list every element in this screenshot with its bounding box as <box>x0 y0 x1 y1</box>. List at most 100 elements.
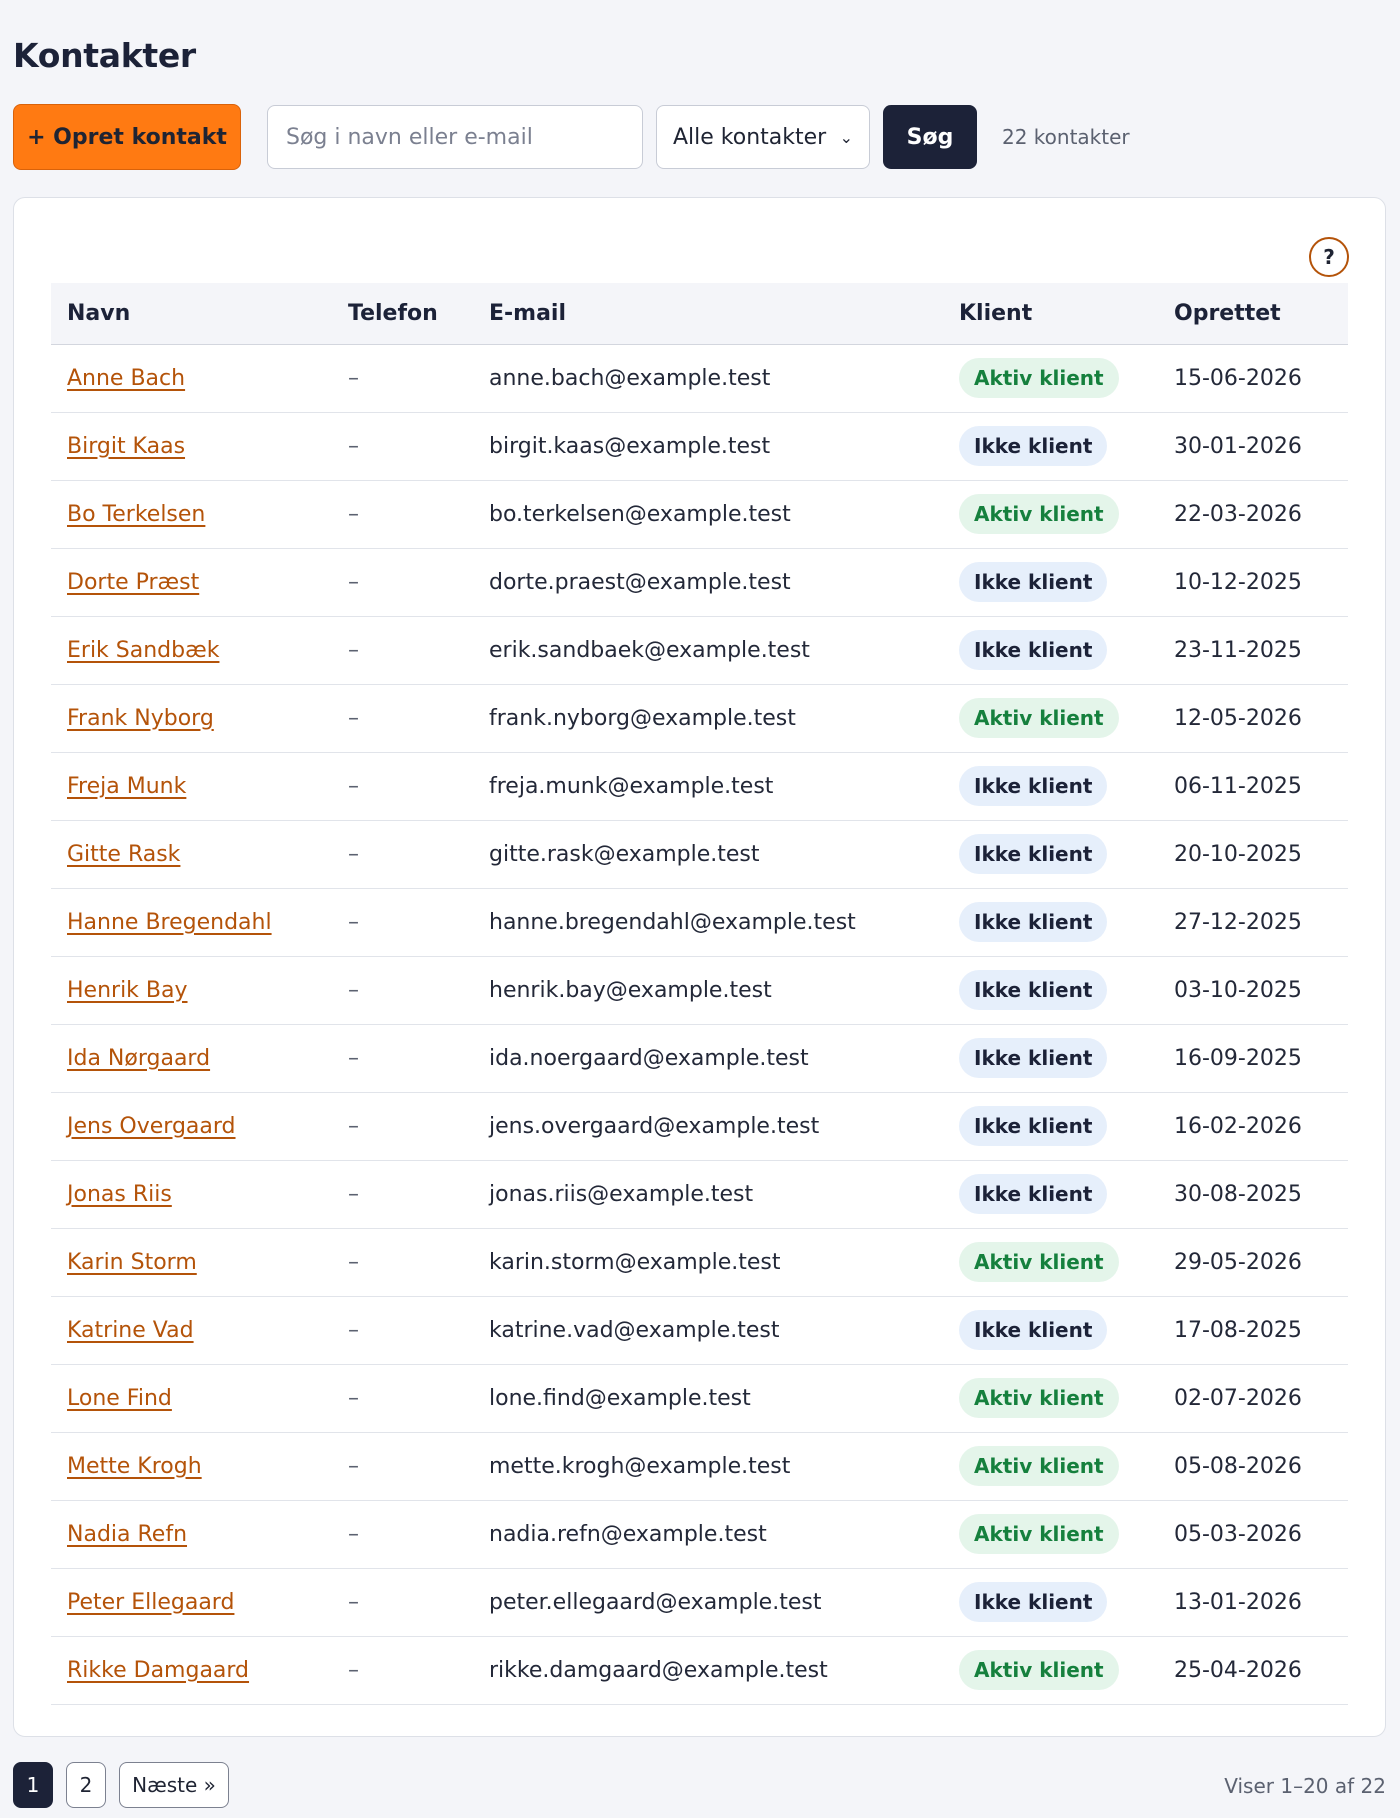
contact-created-date: 13-01-2026 <box>1174 1589 1302 1615</box>
table-row: Karin Storm – karin.storm@example.test Akti… <box>51 1228 1348 1297</box>
contact-filter-select[interactable]: Alle kontakter ⌄ <box>656 105 870 169</box>
client-status-badge: Ikke klient <box>959 630 1108 670</box>
contact-email: katrine.vad@example.test <box>489 1317 780 1343</box>
table-row: Ida Nørgaard – ida.noergaard@example.test I… <box>51 1024 1348 1093</box>
client-status-badge: Ikke klient <box>959 1174 1108 1214</box>
contact-name-link[interactable]: Anne Bach <box>67 366 185 391</box>
contact-name-link[interactable]: Erik Sandbæk <box>67 638 219 663</box>
header-created[interactable]: Oprettet <box>1158 283 1348 345</box>
table-row: Dorte Præst – dorte.praest@example.test Ikk… <box>51 548 1348 617</box>
table-row: Mette Krogh – mette.krogh@example.test Akti… <box>51 1432 1348 1501</box>
contact-name-link[interactable]: Dorte Præst <box>67 570 199 595</box>
contact-created-date: 27-12-2025 <box>1174 909 1302 935</box>
table-row: Henrik Bay – henrik.bay@example.test Ikke k… <box>51 956 1348 1025</box>
contact-name-link[interactable]: Bo Terkelsen <box>67 502 205 527</box>
create-contact-button[interactable]: + Opret kontakt <box>13 104 241 170</box>
contact-name-link[interactable]: Hanne Bregendahl <box>67 910 272 935</box>
contact-phone: – <box>348 841 359 867</box>
contact-email: lone.find@example.test <box>489 1385 751 1411</box>
header-name[interactable]: Navn <box>51 283 332 345</box>
contact-phone: – <box>348 1113 359 1139</box>
contact-phone: – <box>348 637 359 663</box>
contact-created-date: 12-05-2026 <box>1174 705 1302 731</box>
contact-email: birgit.kaas@example.test <box>489 433 771 459</box>
table-row: Katrine Vad – katrine.vad@example.test Ikke… <box>51 1296 1348 1365</box>
toolbar: + Opret kontakt Alle kontakter ⌄ Søg 22 … <box>13 104 1130 170</box>
contact-name-link[interactable]: Gitte Rask <box>67 842 180 867</box>
contact-created-date: 22-03-2026 <box>1174 501 1302 527</box>
table-row: Jonas Riis – jonas.riis@example.test Ikke k… <box>51 1160 1348 1229</box>
contact-email: jens.overgaard@example.test <box>489 1113 820 1139</box>
client-status-badge: Aktiv klient <box>959 1650 1119 1690</box>
table-row: Hanne Bregendahl – hanne.bregendahl@exampl… <box>51 888 1348 957</box>
contact-name-link[interactable]: Rikke Damgaard <box>67 1658 249 1683</box>
table-row: Freja Munk – freja.munk@example.test Ikke k… <box>51 752 1348 821</box>
table-row: Anne Bach – anne.bach@example.test Aktiv kl… <box>51 344 1348 413</box>
table-row: Nadia Refn – nadia.refn@example.test Aktiv … <box>51 1500 1348 1569</box>
contact-email: dorte.praest@example.test <box>489 569 791 595</box>
contact-name-link[interactable]: Katrine Vad <box>67 1318 194 1343</box>
contact-name-link[interactable]: Lone Find <box>67 1386 172 1411</box>
contact-email: gitte.rask@example.test <box>489 841 760 867</box>
contact-phone: – <box>348 705 359 731</box>
contact-phone: – <box>348 569 359 595</box>
search-input[interactable] <box>267 105 643 169</box>
contact-phone: – <box>348 501 359 527</box>
table-row: Rikke Damgaard – rikke.damgaard@example.te… <box>51 1636 1348 1705</box>
contact-name-link[interactable]: Nadia Refn <box>67 1522 187 1547</box>
header-phone[interactable]: Telefon <box>332 283 473 345</box>
search-button[interactable]: Søg <box>883 105 977 169</box>
contact-name-link[interactable]: Mette Krogh <box>67 1454 202 1479</box>
page-title: Kontakter <box>13 36 196 75</box>
table-header-row: Navn Telefon E-mail Klient Oprettet <box>51 283 1348 345</box>
contact-email: hanne.bregendahl@example.test <box>489 909 856 935</box>
next-page-button[interactable]: Næste » <box>119 1762 229 1808</box>
contact-email: peter.ellegaard@example.test <box>489 1589 822 1615</box>
help-icon[interactable]: ? <box>1309 237 1349 277</box>
contact-email: bo.terkelsen@example.test <box>489 501 791 527</box>
contact-phone: – <box>348 1589 359 1615</box>
contact-phone: – <box>348 909 359 935</box>
contact-phone: – <box>348 1521 359 1547</box>
contact-name-link[interactable]: Henrik Bay <box>67 978 188 1003</box>
contact-email: karin.storm@example.test <box>489 1249 781 1275</box>
contact-created-date: 16-02-2026 <box>1174 1113 1302 1139</box>
contact-created-date: 30-08-2025 <box>1174 1181 1302 1207</box>
client-status-badge: Aktiv klient <box>959 1242 1119 1282</box>
contact-phone: – <box>348 1385 359 1411</box>
contact-name-link[interactable]: Freja Munk <box>67 774 186 799</box>
contact-created-date: 06-11-2025 <box>1174 773 1302 799</box>
table-row: Erik Sandbæk – erik.sandbaek@example.test I… <box>51 616 1348 685</box>
table-row: Bo Terkelsen – bo.terkelsen@example.test Ak… <box>51 480 1348 549</box>
client-status-badge: Aktiv klient <box>959 1378 1119 1418</box>
client-status-badge: Ikke klient <box>959 766 1108 806</box>
header-client[interactable]: Klient <box>943 283 1158 345</box>
contact-count: 22 kontakter <box>1002 125 1130 149</box>
contact-created-date: 25-04-2026 <box>1174 1657 1302 1683</box>
contact-name-link[interactable]: Peter Ellegaard <box>67 1590 234 1615</box>
contacts-table: Navn Telefon E-mail Klient Oprettet Anne… <box>51 283 1348 1705</box>
client-status-badge: Ikke klient <box>959 970 1108 1010</box>
page-button-2[interactable]: 2 <box>66 1762 106 1808</box>
client-status-badge: Aktiv klient <box>959 494 1119 534</box>
header-email[interactable]: E-mail <box>473 283 943 345</box>
contact-name-link[interactable]: Jonas Riis <box>67 1182 172 1207</box>
contact-email: rikke.damgaard@example.test <box>489 1657 828 1683</box>
contact-name-link[interactable]: Karin Storm <box>67 1250 197 1275</box>
contact-name-link[interactable]: Jens Overgaard <box>67 1114 236 1139</box>
contact-created-date: 17-08-2025 <box>1174 1317 1302 1343</box>
contact-name-link[interactable]: Birgit Kaas <box>67 434 185 459</box>
contact-name-link[interactable]: Frank Nyborg <box>67 706 214 731</box>
contact-name-link[interactable]: Ida Nørgaard <box>67 1046 210 1071</box>
client-status-badge: Aktiv klient <box>959 1514 1119 1554</box>
client-status-badge: Ikke klient <box>959 1310 1108 1350</box>
client-status-badge: Ikke klient <box>959 562 1108 602</box>
contact-phone: – <box>348 365 359 391</box>
contact-created-date: 29-05-2026 <box>1174 1249 1302 1275</box>
client-status-badge: Ikke klient <box>959 426 1108 466</box>
page-button-1[interactable]: 1 <box>13 1762 53 1808</box>
contact-created-date: 20-10-2025 <box>1174 841 1302 867</box>
contact-filter-value: Alle kontakter <box>673 124 827 150</box>
chevron-down-icon: ⌄ <box>839 127 853 147</box>
contact-created-date: 30-01-2026 <box>1174 433 1302 459</box>
